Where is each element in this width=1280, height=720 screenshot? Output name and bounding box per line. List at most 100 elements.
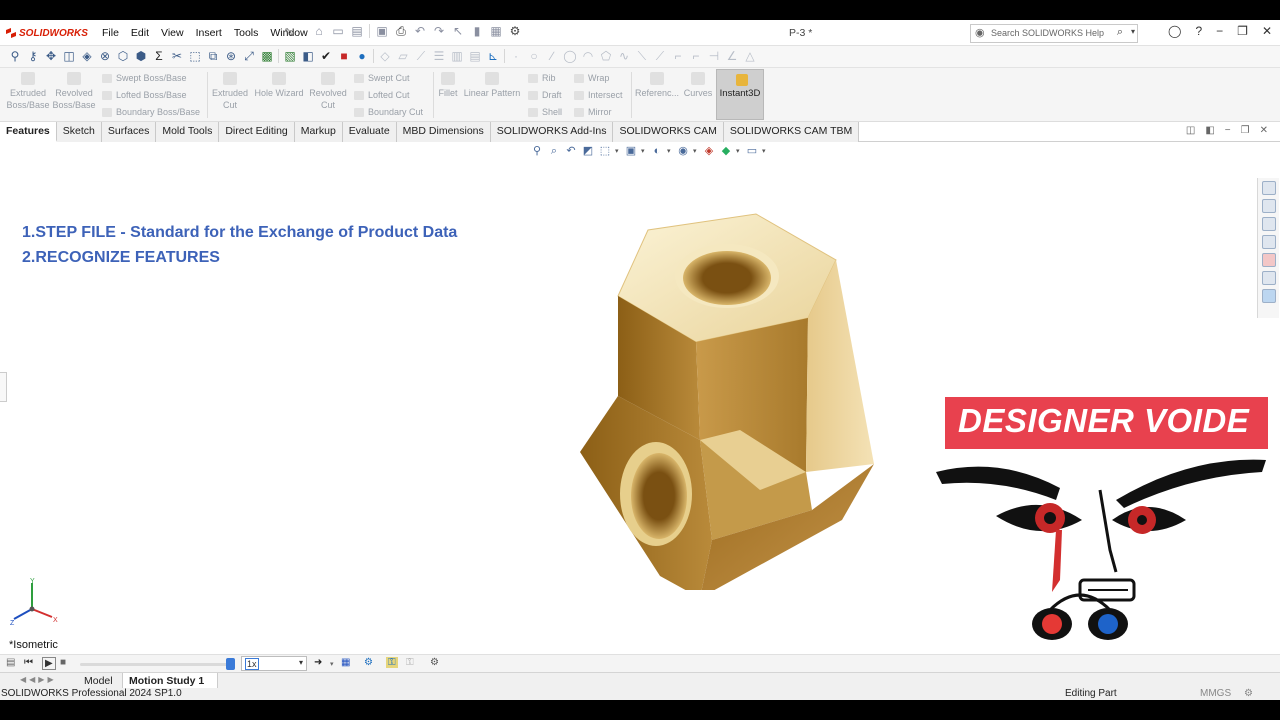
minimize-icon[interactable]: − (1216, 24, 1223, 38)
arc-tool-icon[interactable]: ◠ (581, 49, 595, 63)
stop-icon[interactable]: ■ (337, 49, 351, 63)
tab-scroll-arrows-icon[interactable]: ◀◀▶▶ (20, 675, 57, 684)
tab-direct-editing[interactable]: Direct Editing (219, 122, 295, 142)
chevron-down-icon[interactable]: ▾ (693, 147, 699, 155)
rotate-icon[interactable]: ✥ (44, 49, 58, 63)
undo-icon[interactable]: ↶ (413, 24, 427, 38)
instant3d-button[interactable]: Instant3D (716, 69, 764, 120)
wrap-button[interactable]: Wrap (574, 73, 609, 84)
print-icon[interactable]: ⎙ (394, 24, 408, 38)
line-tool-icon[interactable]: ∕ (545, 49, 559, 63)
file-explorer-icon[interactable] (1261, 217, 1276, 231)
lofted-cut-button[interactable]: Lofted Cut (354, 90, 410, 101)
globe-icon[interactable]: ● (355, 49, 369, 63)
restore-icon[interactable]: ❐ (1237, 24, 1248, 38)
dynamic-annotation-icon[interactable]: ⬚ (598, 144, 612, 158)
help-question-icon[interactable]: ? (1195, 24, 1202, 38)
autokey-icon[interactable]: ⚿ (386, 657, 398, 668)
help-search-input[interactable]: ◉ Search SOLIDWORKS Help ⌕ ▾ (970, 24, 1138, 43)
chevron-down-icon[interactable]: ▾ (615, 147, 621, 155)
playback-speed-select[interactable]: 1x ▾ (241, 656, 307, 671)
menu-view[interactable]: View (155, 27, 190, 39)
revolved-cut-button[interactable]: Revolved Cut (307, 72, 349, 111)
select-icon[interactable]: ↖ (451, 24, 465, 38)
design-library-icon[interactable] (1261, 199, 1276, 213)
tab-solidworks-cam-tbm[interactable]: SOLIDWORKS CAM TBM (723, 122, 860, 142)
3d-part-model[interactable] (570, 190, 890, 590)
tab-solidworks-add-ins[interactable]: SOLIDWORKS Add-Ins (490, 122, 614, 142)
previous-view-icon[interactable]: ↶ (564, 144, 578, 158)
chevron-down-icon[interactable]: ▾ (762, 147, 768, 155)
stop-icon[interactable]: ■ (60, 657, 66, 668)
sketch-tool-icon[interactable]: ▥ (450, 49, 464, 63)
rebuild-icon[interactable]: ▮ (470, 24, 484, 38)
mate-icon[interactable]: ⬚ (188, 49, 202, 63)
sketch-tool-icon[interactable]: ▱ (396, 49, 410, 63)
forum-icon[interactable] (1261, 289, 1276, 303)
chevron-down-icon[interactable]: ▾ (641, 147, 647, 155)
circle-tool-icon[interactable]: ◯ (563, 49, 577, 63)
approve-icon[interactable]: ✔ (319, 49, 333, 63)
rib-button[interactable]: Rib (528, 73, 556, 84)
reference-geometry-button[interactable]: Referenc... (634, 72, 680, 99)
chevron-down-icon[interactable]: ▾ (1131, 27, 1135, 36)
sketch-tool-icon[interactable]: · (509, 49, 523, 63)
mirror-button[interactable]: Mirror (574, 107, 612, 118)
sketch-tool-icon[interactable]: ◇ (378, 49, 392, 63)
tab-evaluate[interactable]: Evaluate (342, 122, 397, 142)
tab-mold-tools[interactable]: Mold Tools (156, 122, 220, 142)
chevron-down-icon[interactable]: ▾ (667, 147, 673, 155)
swept-boss-button[interactable]: Swept Boss/Base (102, 73, 187, 84)
view-icon[interactable]: ⊗ (98, 49, 112, 63)
view-palette-icon[interactable] (1261, 235, 1276, 249)
boundary-boss-button[interactable]: Boundary Boss/Base (102, 107, 200, 118)
polygon-tool-icon[interactable]: ⬠ (599, 49, 613, 63)
options-gear-icon[interactable]: ⚙ (508, 24, 522, 38)
corner-tool-icon[interactable]: ⌐ (671, 49, 685, 63)
spline-tool-icon[interactable]: ∿ (617, 49, 631, 63)
menu-file[interactable]: File (96, 27, 125, 39)
file-properties-icon[interactable]: ▦ (489, 24, 503, 38)
shell-button[interactable]: Shell (528, 107, 562, 118)
fillet-button[interactable]: Fillet (436, 72, 460, 99)
linear-pattern-button[interactable]: Linear Pattern (463, 72, 521, 99)
corner-tool-icon[interactable]: ∠ (725, 49, 739, 63)
sketch-tool-icon[interactable]: ☰ (432, 49, 446, 63)
save-animation-icon[interactable]: ▦ (341, 657, 350, 668)
motion-options-gear-icon[interactable]: ⚙ (430, 657, 439, 668)
custom-properties-icon[interactable] (1261, 271, 1276, 285)
edit-appearance-icon[interactable]: ◈ (702, 144, 716, 158)
tab-markup[interactable]: Markup (294, 122, 343, 142)
sketch-tool-icon[interactable]: ▤ (468, 49, 482, 63)
chevron-down-icon[interactable]: ▾ (736, 147, 742, 155)
chart-icon[interactable]: ⊾ (486, 49, 500, 63)
revolved-boss-button[interactable]: Revolved Boss/Base (52, 72, 96, 111)
sketch-tool-icon[interactable]: ⟋ (414, 49, 428, 63)
lofted-boss-button[interactable]: Lofted Boss/Base (102, 90, 187, 101)
menu-insert[interactable]: Insert (190, 27, 228, 39)
menu-edit[interactable]: Edit (125, 27, 155, 39)
feature-manager-toggle[interactable] (0, 372, 7, 402)
save-icon[interactable]: ▣ (375, 24, 389, 38)
appearances-icon[interactable] (1261, 253, 1276, 267)
playback-slider-thumb[interactable] (226, 658, 235, 670)
animation-wizard-icon[interactable]: ⚙ (364, 657, 373, 668)
copy-icon[interactable]: ⧉ (206, 49, 220, 63)
trim-tool-icon[interactable]: ⟍ (635, 49, 649, 63)
dimension-tool-icon[interactable]: ⊣ (707, 49, 721, 63)
tab-surfaces[interactable]: Surfaces (101, 122, 157, 142)
extruded-cut-button[interactable]: Extruded Cut (209, 72, 251, 111)
hide-show-icon[interactable]: ◉ (676, 144, 690, 158)
doc-restore-icon[interactable]: ❐ (1241, 125, 1250, 136)
zoom-icon[interactable]: ⚷ (26, 49, 40, 63)
curves-button[interactable]: Curves (682, 72, 714, 99)
draft-button[interactable]: Draft (528, 90, 562, 101)
search-icon[interactable]: ⌕ (1117, 26, 1123, 39)
intersect-button[interactable]: Intersect (574, 90, 623, 101)
pin-icon[interactable]: ✎ (284, 26, 293, 39)
scene-icon[interactable]: ◧ (301, 49, 315, 63)
smart-icon[interactable]: ⊛ (224, 49, 238, 63)
play-icon[interactable]: ▶ (42, 657, 56, 670)
extruded-boss-button[interactable]: Extruded Boss/Base (6, 72, 50, 111)
view-orientation-icon[interactable]: ▣ (624, 144, 638, 158)
